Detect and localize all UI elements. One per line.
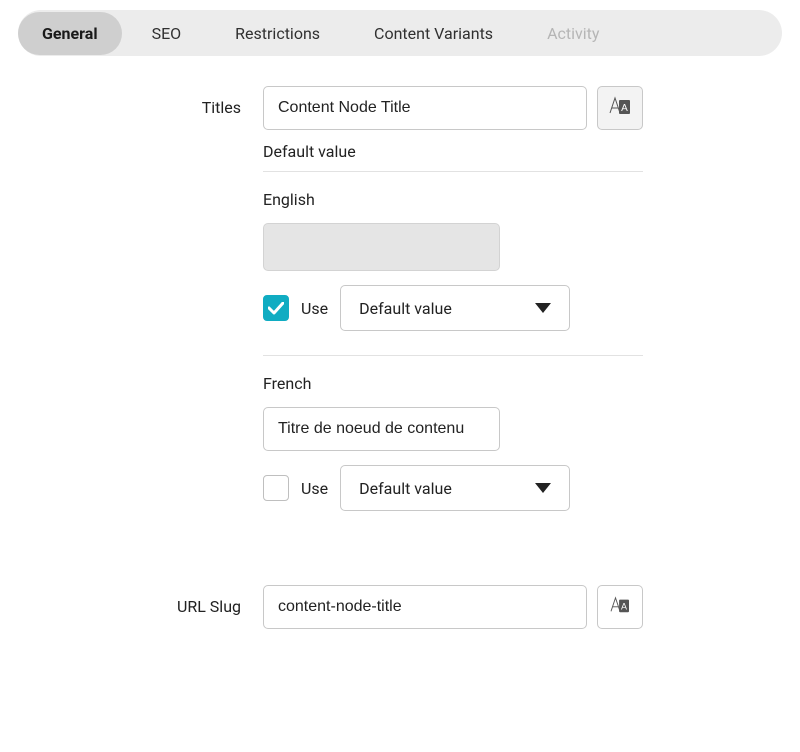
translate-icon: A [609, 96, 631, 120]
titles-default-input[interactable] [263, 86, 587, 130]
default-value-caption: Default value [263, 142, 643, 161]
divider [263, 355, 643, 356]
locale-input-french[interactable] [263, 407, 500, 451]
locale-expand-button-slug[interactable]: A [597, 585, 643, 629]
check-icon [268, 302, 284, 315]
use-label: Use [301, 479, 328, 498]
tab-seo[interactable]: SEO [128, 12, 206, 55]
select-text: Default value [359, 479, 452, 498]
url-slug-row: URL Slug A [18, 585, 782, 629]
locale-name: English [263, 190, 643, 209]
url-slug-label: URL Slug [18, 585, 263, 616]
chevron-down-icon [535, 303, 551, 313]
svg-text:A: A [621, 602, 627, 612]
translate-icon: A [610, 596, 630, 618]
svg-text:A: A [621, 103, 628, 114]
divider [263, 171, 643, 172]
locale-name: French [263, 374, 643, 393]
titles-row: Titles A Default value English [18, 86, 782, 565]
tab-content-variants[interactable]: Content Variants [350, 12, 517, 55]
tab-activity: Activity [523, 12, 623, 55]
locale-block-french: French Use Default value [263, 374, 643, 511]
tab-general[interactable]: General [18, 12, 122, 55]
use-default-checkbox-french[interactable] [263, 475, 289, 501]
url-slug-input[interactable] [263, 585, 587, 629]
fallback-select-english[interactable]: Default value [340, 285, 570, 331]
use-default-checkbox-english[interactable] [263, 295, 289, 321]
locale-expand-button[interactable]: A [597, 86, 643, 130]
titles-label: Titles [18, 86, 263, 117]
tab-restrictions[interactable]: Restrictions [211, 12, 344, 55]
chevron-down-icon [535, 483, 551, 493]
tab-bar: General SEO Restrictions Content Variant… [18, 10, 782, 56]
fallback-select-french[interactable]: Default value [340, 465, 570, 511]
locale-input-english [263, 223, 500, 271]
use-label: Use [301, 299, 328, 318]
select-text: Default value [359, 299, 452, 318]
locale-block-english: English Use Default value [263, 190, 643, 331]
